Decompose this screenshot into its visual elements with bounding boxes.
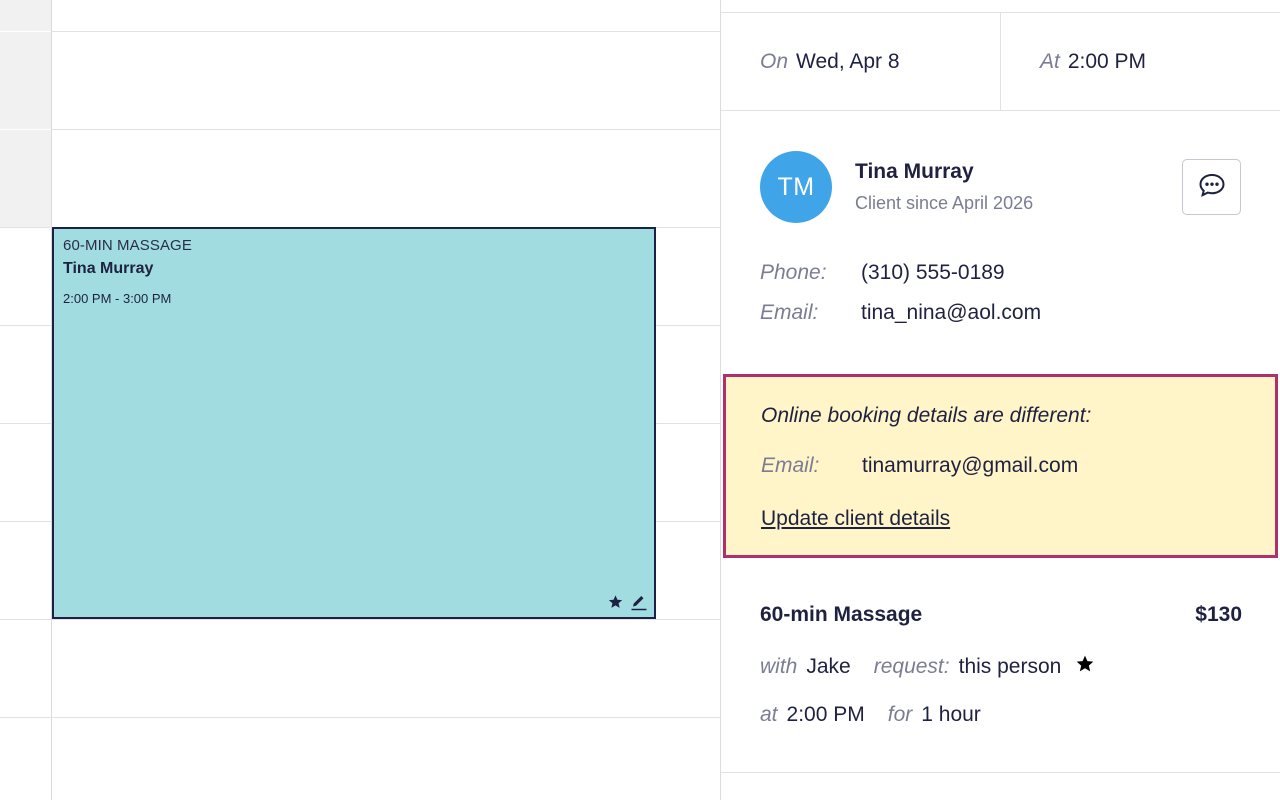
chat-bubble-icon [1198,172,1226,203]
email-row: Email: tina_nina@aol.com [760,301,1041,325]
pencil-icon[interactable] [630,593,648,611]
request-label: request: [873,655,950,678]
appointment-client: Tina Murray [63,260,154,277]
booking-mismatch-alert: Online booking details are different: Em… [723,374,1278,558]
time-value: 2:00 PM [1067,49,1147,73]
time-slot-line [52,129,720,130]
update-client-details-link[interactable]: Update client details [761,507,950,531]
date-time-row: On Wed, Apr 8 At 2:00 PM [721,13,1280,111]
alert-email-row: Email: tinamurray@gmail.com [761,454,1078,478]
time-slot-line [0,521,51,522]
time-slot-line [656,423,720,424]
staff-value[interactable]: Jake [806,655,850,679]
client-name[interactable]: Tina Murray [855,160,974,184]
date-field[interactable]: On Wed, Apr 8 [721,13,1001,110]
appointment-time: 2:00 PM - 3:00 PM [63,291,172,306]
at-label: at [760,703,778,726]
client-since: Client since April 2026 [855,193,1034,213]
duration-value[interactable]: 1 hour [921,703,981,727]
time-field[interactable]: At 2:00 PM [1001,13,1280,110]
appointment-block[interactable]: 60-MIN MASSAGE Tina Murray 2:00 PM - 3:0… [52,227,656,619]
appointment-service: 60-MIN MASSAGE [63,237,192,254]
gutter-shaded-area [0,0,51,227]
time-slot-line [656,521,720,522]
message-button[interactable] [1182,159,1241,215]
star-icon [607,594,624,610]
time-slot-line [656,325,720,326]
avatar[interactable]: TM [760,151,832,223]
date-value: Wed, Apr 8 [796,49,900,73]
time-slot-line [52,31,720,32]
at-label: At [1040,49,1060,73]
request-value[interactable]: this person [959,655,1062,679]
for-label: for [887,703,913,726]
service-info: 60-min Massage $130 with Jake request: t… [721,560,1280,773]
star-icon [1075,654,1095,680]
email-value[interactable]: tina_nina@aol.com [861,301,1041,325]
time-slot-line [0,717,720,718]
phone-label: Phone: [760,261,827,284]
time-slot-line [0,619,720,620]
gutter-divider [0,129,51,130]
alert-title: Online booking details are different: [761,404,1092,427]
start-time-value[interactable]: 2:00 PM [787,703,865,727]
alert-email-label: Email: [761,454,820,477]
time-duration-row: at 2:00 PM for 1 hour [760,703,1004,727]
service-name[interactable]: 60-min Massage [760,603,922,627]
phone-value[interactable]: (310) 555-0189 [861,261,1005,285]
alert-email-value: tinamurray@gmail.com [862,454,1079,477]
staff-row: with Jake request: this person [760,654,1095,680]
time-slot-line [0,325,51,326]
with-label: with [760,655,798,678]
time-slot-line [0,423,51,424]
phone-row: Phone: (310) 555-0189 [760,261,1005,285]
gutter-divider [0,31,51,32]
service-price[interactable]: $130 [1195,603,1242,627]
on-label: On [760,49,789,73]
calendar-grid: 60-MIN MASSAGE Tina Murray 2:00 PM - 3:0… [0,0,721,800]
email-label: Email: [760,301,819,324]
